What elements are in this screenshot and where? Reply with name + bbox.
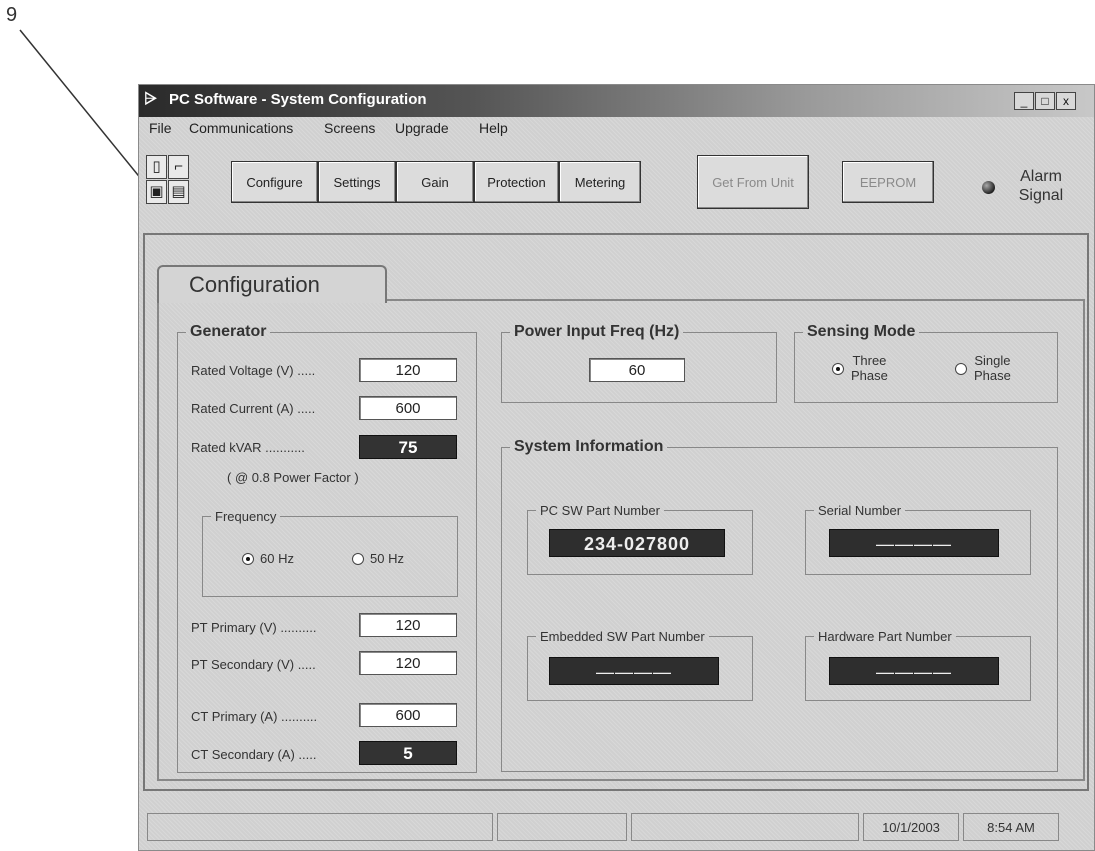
open-folder-icon[interactable]: ⌐ [168, 155, 189, 179]
rated-kvar-value: 75 [359, 435, 457, 459]
pt-secondary-field[interactable]: 120 [359, 651, 457, 675]
pt-secondary-label: PT Secondary (V) ..... [191, 657, 316, 672]
rated-kvar-label: Rated kVAR ........... [191, 440, 305, 455]
system-information-group: System Information [501, 438, 1058, 772]
rated-current-field[interactable]: 600 [359, 396, 457, 420]
alarm-signal-label: Alarm Signal [1018, 168, 1064, 204]
pc-sw-part-number-value: 234-027800 [549, 529, 725, 557]
status-cell-1 [147, 813, 493, 841]
status-date: 10/1/2003 [863, 813, 959, 841]
title-bar: ⩥ PC Software - System Configuration _ □… [139, 85, 1094, 117]
freq-60hz-label: 60 Hz [260, 551, 294, 566]
alarm-indicator-icon [982, 181, 995, 194]
menu-bar: File Communications Screens Upgrade Help [139, 118, 1094, 140]
frequency-group: Frequency [202, 509, 458, 597]
status-bar: 10/1/2003 8:54 AM [143, 813, 1089, 843]
rated-current-label: Rated Current (A) ..... [191, 401, 316, 416]
rated-voltage-field[interactable]: 120 [359, 358, 457, 382]
power-factor-note: ( @ 0.8 Power Factor ) [227, 470, 359, 485]
status-cell-3 [631, 813, 859, 841]
ct-primary-field[interactable]: 600 [359, 703, 457, 727]
serial-number-value: ———— [829, 529, 999, 557]
menu-upgrade[interactable]: Upgrade [395, 120, 449, 136]
frequency-title: Frequency [215, 509, 277, 524]
menu-screens[interactable]: Screens [324, 120, 375, 136]
embedded-sw-part-number-label: Embedded SW Part Number [540, 629, 705, 644]
minimize-button[interactable]: _ [1014, 92, 1034, 110]
sensing-mode-title: Sensing Mode [807, 323, 916, 340]
embedded-sw-part-number-value: ———— [549, 657, 719, 685]
power-input-freq-field[interactable]: 60 [589, 358, 685, 382]
ct-secondary-value: 5 [359, 741, 457, 765]
three-phase-radio[interactable] [832, 363, 844, 375]
single-phase-label: Single Phase [974, 353, 1011, 383]
gain-button[interactable]: Gain [396, 161, 474, 203]
configure-button[interactable]: Configure [231, 161, 318, 203]
freq-60hz-radio[interactable] [242, 553, 254, 565]
window-title: PC Software - System Configuration [169, 91, 427, 108]
save-icon[interactable]: ▣ [146, 180, 167, 204]
three-phase-label: Three Phase [851, 353, 888, 383]
protection-button[interactable]: Protection [474, 161, 559, 203]
status-cell-2 [497, 813, 627, 841]
menu-file[interactable]: File [149, 120, 172, 136]
app-logo-icon: ⩥ [144, 91, 157, 108]
metering-button[interactable]: Metering [559, 161, 641, 203]
tab-configuration[interactable]: Configuration [157, 265, 387, 303]
get-from-unit-button[interactable]: Get From Unit [697, 155, 809, 209]
serial-number-label: Serial Number [818, 503, 902, 518]
app-window: ⩥ PC Software - System Configuration _ □… [138, 84, 1095, 851]
print-icon[interactable]: ▤ [168, 180, 189, 204]
menu-communications[interactable]: Communications [189, 120, 293, 136]
system-information-title: System Information [514, 438, 664, 455]
close-button[interactable]: x [1056, 92, 1076, 110]
pt-primary-field[interactable]: 120 [359, 613, 457, 637]
maximize-button[interactable]: □ [1035, 92, 1055, 110]
generator-title: Generator [190, 323, 267, 340]
rated-voltage-label: Rated Voltage (V) ..... [191, 363, 316, 378]
eeprom-button[interactable]: EEPROM [842, 161, 934, 203]
hardware-part-number-label: Hardware Part Number [818, 629, 952, 644]
freq-50hz-label: 50 Hz [370, 551, 404, 566]
sensing-mode-group: Sensing Mode [794, 323, 1058, 403]
new-file-icon[interactable]: ▯ [146, 155, 167, 179]
pt-primary-label: PT Primary (V) .......... [191, 620, 317, 635]
ct-primary-label: CT Primary (A) .......... [191, 709, 318, 724]
ct-secondary-label: CT Secondary (A) ..... [191, 747, 317, 762]
freq-50hz-radio[interactable] [352, 553, 364, 565]
hardware-part-number-value: ———— [829, 657, 999, 685]
pc-sw-part-number-label: PC SW Part Number [540, 503, 660, 518]
power-input-freq-title: Power Input Freq (Hz) [514, 323, 680, 340]
menu-help[interactable]: Help [479, 120, 508, 136]
settings-button[interactable]: Settings [318, 161, 396, 203]
single-phase-radio[interactable] [955, 363, 967, 375]
status-time: 8:54 AM [963, 813, 1059, 841]
